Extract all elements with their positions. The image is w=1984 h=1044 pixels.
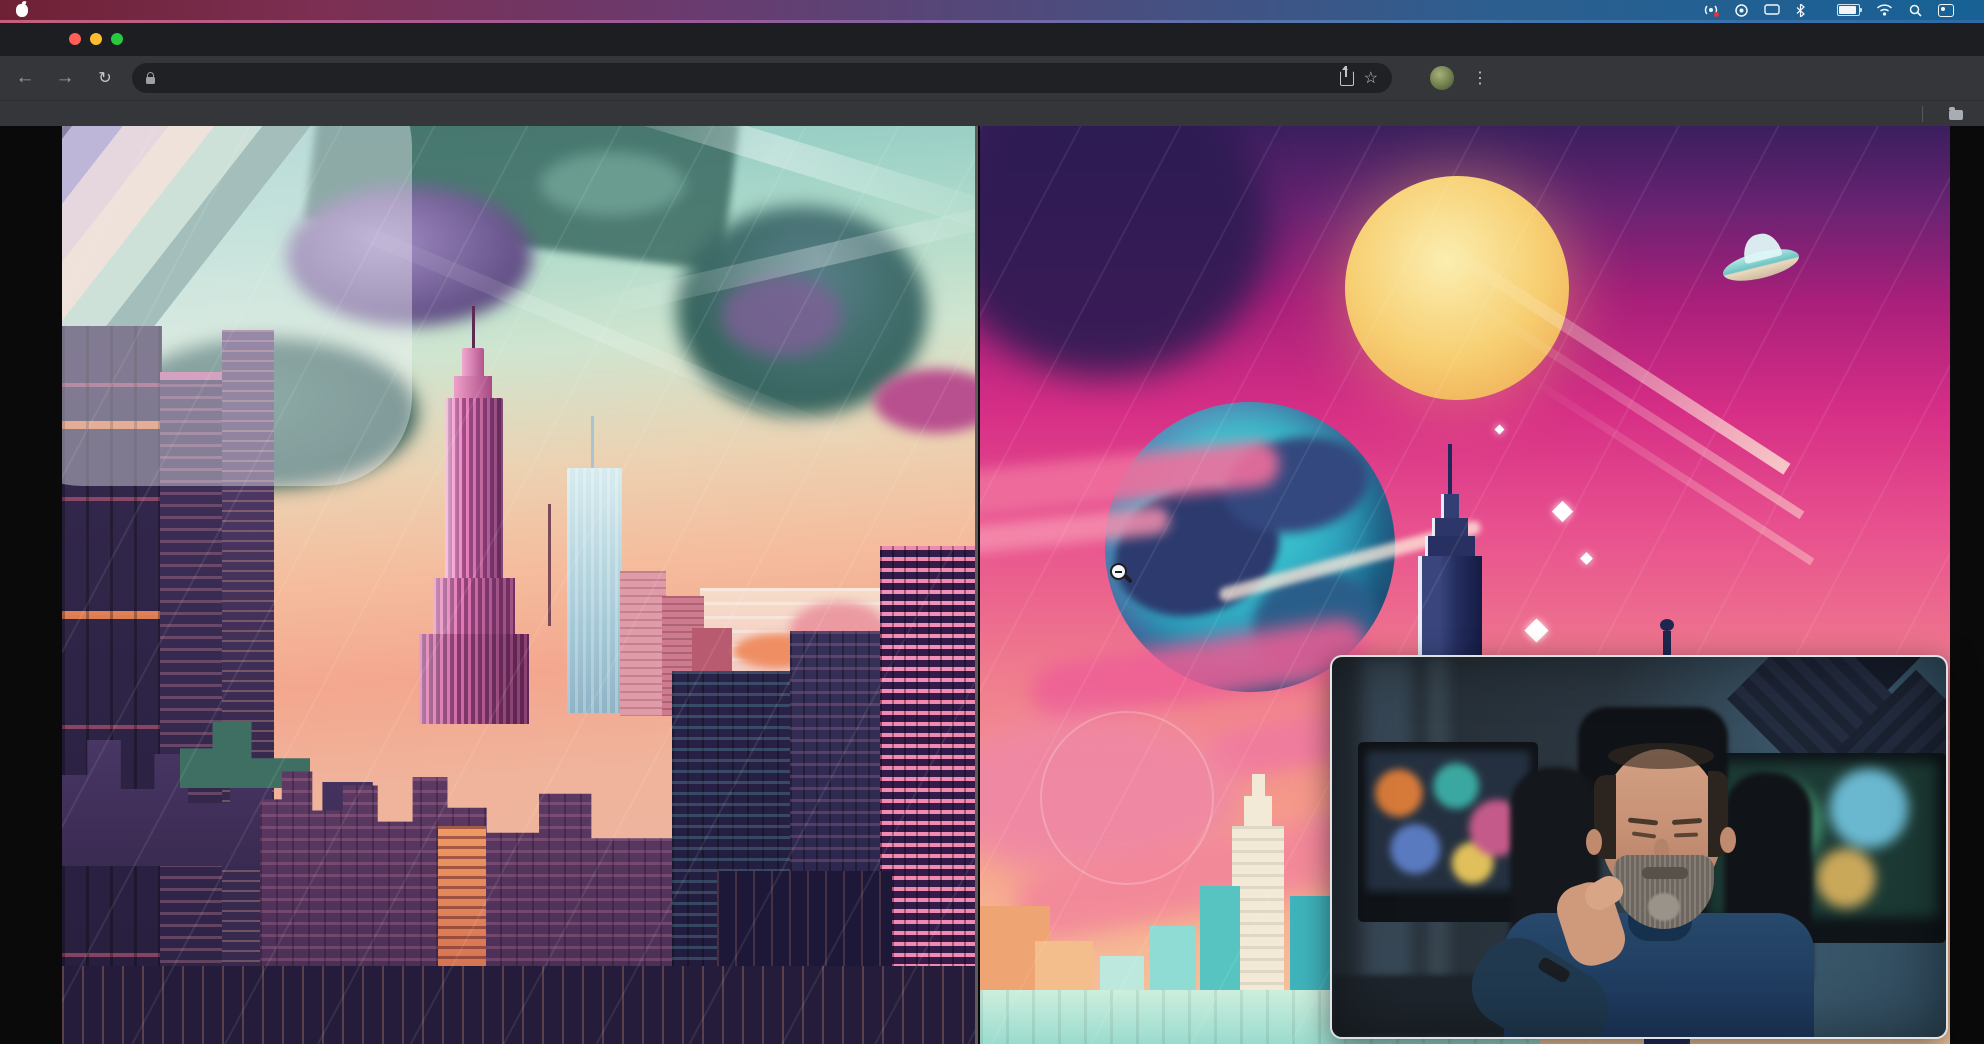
other-bookmarks-folder[interactable] [1949,108,1970,120]
macos-menubar [0,0,1984,20]
bookmarks-bar [0,100,1984,126]
vignette [1332,657,1946,1037]
minimize-window-button[interactable] [90,33,102,45]
zoom-window-button[interactable] [111,33,123,45]
poster-left-new-york[interactable] [62,126,975,1044]
display-icon[interactable] [1764,4,1780,16]
poster-divider [975,126,978,1044]
lock-icon[interactable] [146,77,155,84]
chrome-menu-icon[interactable]: ⋮ [1468,68,1492,88]
new-tab-button[interactable] [158,26,186,54]
share-icon[interactable] [1340,71,1354,86]
folder-icon [1949,110,1963,120]
bookmarks-divider [1922,106,1923,122]
bluetooth-icon[interactable] [1796,4,1805,17]
browser-toolbar: ← → ↻ ☆ ⋮ [0,56,1984,100]
screen-record-icon[interactable] [1704,4,1719,17]
window-controls [69,33,123,45]
address-bar[interactable]: ☆ [132,63,1392,93]
forward-button[interactable]: → [52,67,78,89]
screen: { "menubar": { "app_name": "Chrome", "it… [0,0,1984,1044]
apple-menu-icon[interactable] [16,4,28,17]
bookmark-star-icon[interactable]: ☆ [1364,68,1378,88]
magnifier-handle [1124,574,1133,583]
user-switcher-icon[interactable] [1938,4,1954,17]
browser-content [0,126,1984,1044]
back-button[interactable]: ← [12,67,38,89]
status-circle-icon[interactable] [1735,4,1748,17]
wifi-icon[interactable] [1876,4,1893,16]
reload-button[interactable]: ↻ [92,68,118,88]
battery-icon[interactable] [1837,4,1860,16]
zoom-out-cursor [1110,563,1136,589]
profile-avatar[interactable] [1430,66,1454,90]
tab-strip [0,23,1984,56]
webcam-overlay [1330,655,1948,1039]
watermark-card [62,126,412,486]
close-window-button[interactable] [69,33,81,45]
spotlight-search-icon[interactable] [1909,4,1922,17]
